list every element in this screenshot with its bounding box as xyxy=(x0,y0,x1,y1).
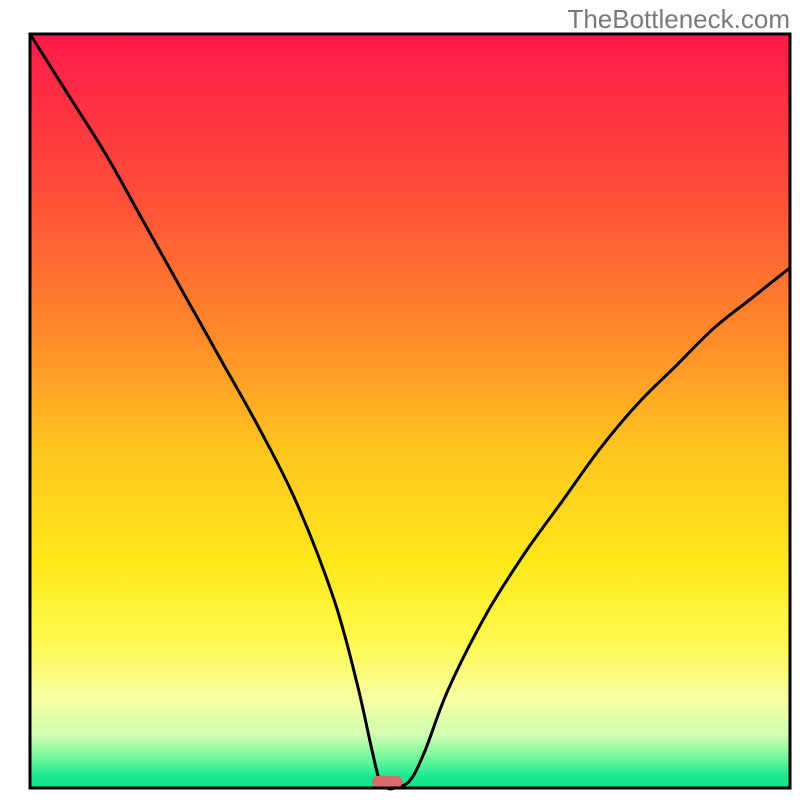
bottleneck-chart xyxy=(0,0,800,800)
min-marker xyxy=(372,776,402,788)
watermark-text: TheBottleneck.com xyxy=(567,4,790,35)
chart-container: TheBottleneck.com xyxy=(0,0,800,800)
